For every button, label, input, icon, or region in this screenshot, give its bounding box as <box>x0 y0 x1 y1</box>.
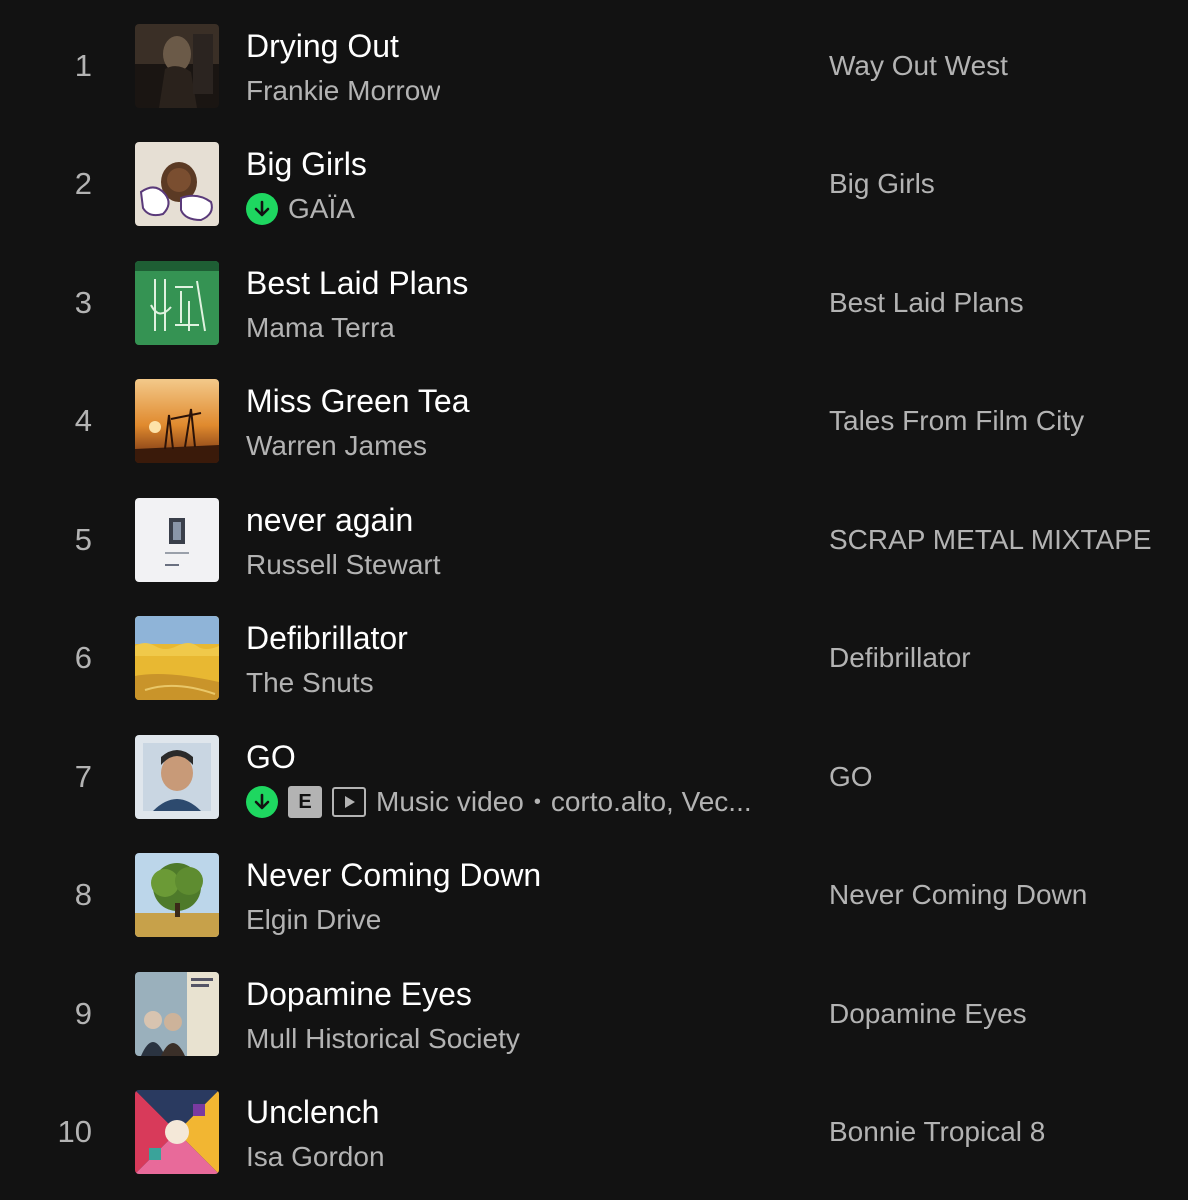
track-number: 8 <box>74 877 92 912</box>
track-album[interactable]: Bonnie Tropical 8 <box>829 1112 1045 1152</box>
track-row[interactable]: 5 never again Russell Stewart SCRAP META… <box>0 474 1188 592</box>
track-title[interactable]: Never Coming Down <box>246 855 541 895</box>
track-meta: Warren James <box>246 427 427 465</box>
track-row[interactable]: 6 Defibrillator The Snuts Defibrillator <box>0 592 1188 710</box>
track-meta: Russell Stewart <box>246 546 441 584</box>
track-row[interactable]: 3 Best Laid Plans Mama Terra Best Laid P… <box>0 237 1188 355</box>
track-number: 1 <box>74 48 92 83</box>
track-meta: Frankie Morrow <box>246 72 440 110</box>
track-row[interactable]: 7 GO E Music video • corto.alto, Vec... … <box>0 711 1188 829</box>
track-meta: Isa Gordon <box>246 1138 385 1176</box>
album-cover <box>135 261 219 345</box>
track-row[interactable]: 1 Drying Out Frankie Morrow Way Out West <box>0 0 1188 118</box>
track-title[interactable]: Defibrillator <box>246 618 408 658</box>
track-album[interactable]: Defibrillator <box>829 638 971 678</box>
track-list: 1 Drying Out Frankie Morrow Way Out West… <box>0 0 1188 1200</box>
track-number: 9 <box>74 996 92 1031</box>
track-number: 2 <box>74 166 92 201</box>
track-album[interactable]: Big Girls <box>829 164 935 204</box>
track-number: 5 <box>74 522 92 557</box>
track-meta: GAÏA <box>246 190 355 228</box>
track-album[interactable]: Way Out West <box>829 46 1008 86</box>
album-cover <box>135 142 219 226</box>
track-row[interactable]: 8 Never Coming Down Elgin Drive Never Co… <box>0 829 1188 947</box>
track-row[interactable]: 9 Dopamine Eyes Mull Historical Society … <box>0 948 1188 1066</box>
track-meta: Mull Historical Society <box>246 1020 520 1058</box>
track-artist[interactable]: Elgin Drive <box>246 901 381 939</box>
track-number: 7 <box>74 759 92 794</box>
album-cover <box>135 853 219 937</box>
download-arrow-icon <box>246 193 278 225</box>
music-video-icon <box>332 787 366 817</box>
track-row[interactable]: 2 Big Girls GAÏA Big Girls <box>0 118 1188 236</box>
track-artist[interactable]: Isa Gordon <box>246 1138 385 1176</box>
track-album[interactable]: Never Coming Down <box>829 875 1087 915</box>
track-title[interactable]: Miss Green Tea <box>246 381 470 421</box>
track-meta: Mama Terra <box>246 309 395 347</box>
track-row[interactable]: 10 Unclench Isa Gordon Bonnie Tropical 8 <box>0 1066 1188 1184</box>
album-cover <box>135 616 219 700</box>
album-cover <box>135 24 219 108</box>
track-meta: E Music video • corto.alto, Vec... <box>246 783 752 821</box>
track-title[interactable]: Big Girls <box>246 144 367 184</box>
track-album[interactable]: Best Laid Plans <box>829 283 1024 323</box>
track-title[interactable]: GO <box>246 737 296 777</box>
track-album[interactable]: SCRAP METAL MIXTAPE <box>829 520 1152 560</box>
download-arrow-icon <box>246 786 278 818</box>
track-artist[interactable]: Mama Terra <box>246 309 395 347</box>
track-title[interactable]: Unclench <box>246 1092 379 1132</box>
track-number: 4 <box>74 403 92 438</box>
track-title[interactable]: Drying Out <box>246 26 399 66</box>
explicit-badge: E <box>288 786 322 818</box>
track-number: 6 <box>74 640 92 675</box>
album-cover <box>135 1090 219 1174</box>
track-title[interactable]: Dopamine Eyes <box>246 974 472 1014</box>
track-row[interactable]: 4 Miss Green Tea Warren James Tales From… <box>0 355 1188 473</box>
track-artist[interactable]: The Snuts <box>246 664 374 702</box>
album-cover <box>135 735 219 819</box>
album-cover <box>135 498 219 582</box>
meta-separator: • <box>533 791 541 813</box>
track-meta: The Snuts <box>246 664 374 702</box>
album-cover <box>135 972 219 1056</box>
track-artist[interactable]: Russell Stewart <box>246 546 441 584</box>
track-album[interactable]: Dopamine Eyes <box>829 994 1027 1034</box>
track-album[interactable]: GO <box>829 757 873 797</box>
track-artist[interactable]: GAÏA <box>288 190 355 228</box>
track-number: 3 <box>74 285 92 320</box>
track-artist[interactable]: Warren James <box>246 427 427 465</box>
album-cover <box>135 379 219 463</box>
track-artist[interactable]: Frankie Morrow <box>246 72 440 110</box>
track-artist[interactable]: corto.alto, Vec... <box>551 783 752 821</box>
track-artist[interactable]: Mull Historical Society <box>246 1020 520 1058</box>
track-title[interactable]: never again <box>246 500 413 540</box>
track-album[interactable]: Tales From Film City <box>829 401 1084 441</box>
track-number: 10 <box>57 1114 92 1149</box>
track-meta: Elgin Drive <box>246 901 381 939</box>
track-type-label: Music video <box>376 786 524 817</box>
track-title[interactable]: Best Laid Plans <box>246 263 468 303</box>
